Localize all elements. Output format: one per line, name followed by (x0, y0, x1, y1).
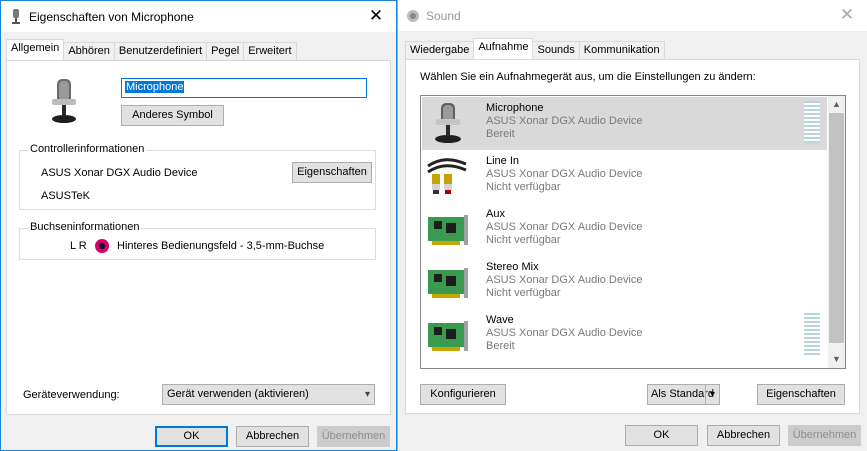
scroll-up-icon[interactable]: ▲ (828, 96, 845, 113)
properties-button[interactable]: Eigenschaften (757, 384, 845, 405)
apply-button[interactable]: Übernehmen (317, 426, 390, 447)
controller-device: ASUS Xonar DGX Audio Device (41, 167, 198, 179)
tab-erweitert[interactable]: Erweitert (243, 42, 297, 60)
usage-selected-value: Gerät verwenden (aktivieren) (167, 388, 309, 400)
list-item-wave[interactable]: Wave ASUS Xonar DGX Audio Device Bereit (422, 309, 827, 362)
microphone-properties-dialog: Eigenschaften von Microphone ✕ Allgemein… (0, 0, 397, 451)
vertical-scrollbar[interactable]: ▲ ▼ (828, 96, 845, 368)
device-name: Line In (486, 155, 520, 167)
microphone-icon (52, 79, 76, 123)
jack-info-group: Buchseninformationen L R Hinteres Bedien… (19, 221, 376, 260)
tab-kommunikation[interactable]: Kommunikation (578, 41, 665, 59)
window-title: Eigenschaften von Microphone (29, 10, 194, 24)
instruction-text: Wählen Sie ein Aufnahmegerät aus, um die… (420, 71, 756, 83)
chevron-down-icon: ▾ (364, 389, 370, 400)
controller-properties-button[interactable]: Eigenschaften (292, 162, 372, 183)
ok-button[interactable]: OK (155, 426, 228, 447)
jack-color-icon (95, 239, 109, 253)
device-driver: ASUS Xonar DGX Audio Device (486, 115, 643, 127)
tab-aufnahme[interactable]: Aufnahme (473, 38, 534, 59)
device-status: Nicht verfügbar (486, 234, 561, 246)
title-bar[interactable]: Eigenschaften von Microphone ✕ (1, 1, 396, 32)
device-driver: ASUS Xonar DGX Audio Device (486, 327, 643, 339)
microphone-icon (12, 9, 20, 24)
jack-channels: L R (70, 240, 87, 252)
device-status: Nicht verfügbar (486, 181, 561, 193)
configure-button[interactable]: Konfigurieren (420, 384, 506, 405)
list-item-aux[interactable]: Aux ASUS Xonar DGX Audio Device Nicht ve… (422, 203, 827, 256)
title-bar[interactable]: Sound ✕ (398, 0, 867, 31)
tab-pegel[interactable]: Pegel (206, 42, 245, 60)
tab-wiedergabe[interactable]: Wiedergabe (405, 41, 475, 59)
scrollbar-thumb[interactable] (829, 113, 844, 343)
device-name: Aux (486, 208, 505, 220)
microphone-icon (435, 103, 461, 143)
usage-label: Geräteverwendung: (23, 389, 120, 401)
close-icon[interactable]: ✕ (362, 3, 390, 29)
tab-bar: Wiedergabe Aufnahme Sounds Kommunikation (405, 38, 665, 59)
cancel-button[interactable]: Abbrechen (707, 425, 780, 446)
usage-dropdown[interactable]: Gerät verwenden (aktivieren) ▾ (162, 384, 375, 405)
device-status: Nicht verfügbar (486, 287, 561, 299)
tab-sounds[interactable]: Sounds (532, 41, 580, 59)
jack-info-label: Buchseninformationen (28, 221, 142, 233)
sound-card-icon (428, 215, 468, 245)
speaker-icon (407, 10, 419, 22)
close-icon[interactable]: ✕ (833, 2, 861, 28)
general-tab-panel: Microphone Anderes Symbol Controllerinfo… (6, 60, 391, 415)
device-status: Bereit (486, 340, 515, 352)
device-name-field[interactable]: Microphone (121, 78, 367, 98)
list-item-stereo-mix[interactable]: Stereo Mix ASUS Xonar DGX Audio Device N… (422, 256, 827, 309)
recording-device-list[interactable]: Microphone ASUS Xonar DGX Audio Device B… (420, 95, 846, 369)
list-item-microphone[interactable]: Microphone ASUS Xonar DGX Audio Device B… (422, 97, 827, 150)
tab-bar: Allgemein Abhören Benutzerdefiniert Pege… (6, 39, 297, 60)
controller-info-group: Controllerinformationen ASUS Xonar DGX A… (19, 143, 376, 210)
chevron-down-icon[interactable]: ▾ (705, 385, 719, 404)
apply-button[interactable]: Übernehmen (788, 425, 861, 446)
device-driver: ASUS Xonar DGX Audio Device (486, 168, 643, 180)
window-title: Sound (426, 9, 461, 23)
jack-description: Hinteres Bedienungsfeld - 3,5-mm-Buchse (117, 240, 325, 252)
change-icon-button[interactable]: Anderes Symbol (121, 105, 224, 126)
tab-benutzerdefiniert[interactable]: Benutzerdefiniert (113, 42, 208, 60)
level-meter (804, 101, 820, 143)
device-driver: ASUS Xonar DGX Audio Device (486, 274, 643, 286)
ok-button[interactable]: OK (625, 425, 698, 446)
sound-dialog: Sound ✕ Wiedergabe Aufnahme Sounds Kommu… (397, 0, 867, 451)
tab-abhoeren[interactable]: Abhören (63, 42, 115, 60)
rca-cable-icon (427, 158, 467, 194)
scroll-down-icon[interactable]: ▼ (828, 351, 845, 368)
list-item-line-in[interactable]: Line In ASUS Xonar DGX Audio Device Nich… (422, 150, 827, 203)
controller-info-label: Controllerinformationen (28, 143, 147, 155)
sound-card-icon (428, 268, 468, 298)
set-default-button[interactable]: Als Standard ▾ (647, 384, 720, 405)
cancel-button[interactable]: Abbrechen (236, 426, 309, 447)
recording-tab-panel: Wählen Sie ein Aufnahmegerät aus, um die… (405, 59, 860, 414)
level-meter (804, 313, 820, 355)
controller-vendor: ASUSTeK (41, 190, 90, 202)
device-driver: ASUS Xonar DGX Audio Device (486, 221, 643, 233)
tab-allgemein[interactable]: Allgemein (6, 39, 65, 60)
device-status: Bereit (486, 128, 515, 140)
device-name: Microphone (486, 102, 544, 114)
device-name: Wave (486, 314, 514, 326)
device-name: Stereo Mix (486, 261, 539, 273)
device-name-value: Microphone (125, 81, 185, 93)
sound-card-icon (428, 321, 468, 351)
